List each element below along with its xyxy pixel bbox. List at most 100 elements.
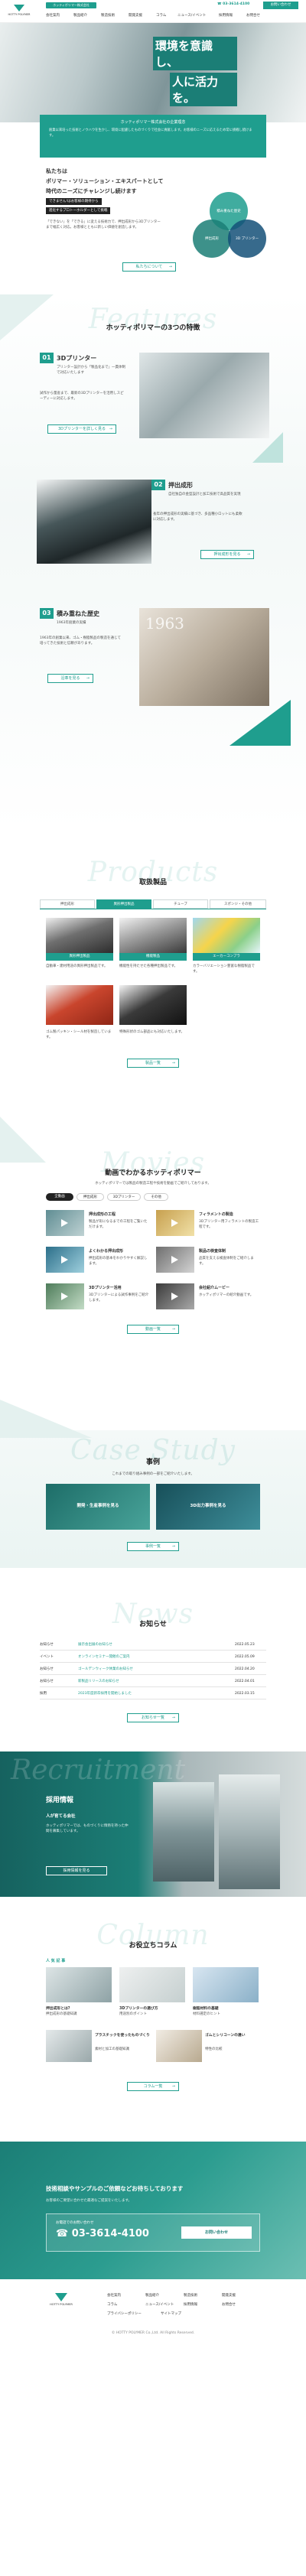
movie-chip[interactable]: 3Dプリンター	[107, 1193, 141, 1201]
feature-1-button[interactable]: 3Dプリンターを詳しく見る	[47, 424, 116, 434]
news-row[interactable]: お知らせ ゴールデンウィーク休業のお知らせ 2022.04.20	[40, 1664, 266, 1675]
footer-link[interactable]: プライバシーポリシー	[107, 2311, 142, 2316]
column-thumbnail	[46, 1967, 112, 2002]
news-row[interactable]: 採用 2023年度新卒採用を開始しました 2022.03.15	[40, 1689, 266, 1699]
product-card[interactable]: 機能製品 機能性を持たせた各種押出製品です。	[119, 918, 187, 979]
products-more-button[interactable]: 製品一覧	[127, 1059, 179, 1068]
product-card[interactable]: エーカーコンプラ カラーバリエーション豊富な樹脂製品です。	[193, 918, 260, 979]
footer-link[interactable]: コラム	[107, 2302, 117, 2307]
column-title: 押出成形とは?	[46, 2007, 70, 2011]
nav-item[interactable]: お問合せ	[246, 13, 260, 18]
column-card[interactable]: 3Dプリンターの選び方 用途別のポイント	[119, 1967, 185, 2021]
products-tab[interactable]: 異形押出製品	[96, 899, 151, 909]
recruit-button[interactable]: 採用情報を見る	[46, 1866, 107, 1875]
movie-text: 3Dプリンターによる試作事例をご紹介します。	[89, 1293, 149, 1303]
news-row[interactable]: お知らせ 新製品リリースのお知らせ 2022.04.01	[40, 1677, 266, 1687]
case-more-button[interactable]: 事例一覧	[127, 1542, 179, 1551]
column-more-button[interactable]: コラム一覧	[127, 2082, 179, 2091]
product-label: 機能製品	[119, 953, 187, 961]
global-nav: 会社案内 製品紹介 製造技術 開発支援 コラム ニュース/イベント 採用情報 お…	[46, 11, 298, 19]
product-card[interactable]: 特殊形状のゴム部品にも対応いたします。	[119, 985, 187, 1046]
product-photo	[193, 918, 260, 953]
movie-text: ホッティポリマーの紹介動画です。	[199, 1293, 254, 1297]
feature-3-photo-collage: 1963	[139, 608, 269, 706]
hero-catch: 環境を意識し、 人に活力を。	[153, 37, 237, 106]
footer-link[interactable]: 製品紹介	[145, 2293, 159, 2298]
movie-chip[interactable]: 押出成形	[76, 1193, 104, 1201]
footer-link[interactable]: 開発支援	[222, 2293, 236, 2298]
movie-title: 製品の検査体制	[199, 1249, 226, 1254]
movie-item[interactable]: 製品の検査体制 品質を支える検査体制をご紹介します。	[156, 1247, 260, 1277]
hero-catch-line1: 環境を意識し、	[153, 37, 237, 70]
cta-phone[interactable]: ☎ 03-3614-4100	[56, 2228, 149, 2239]
footer-link[interactable]: ニュース/イベント	[145, 2302, 174, 2307]
column-title: 樹脂材料の基礎	[193, 2007, 219, 2011]
movie-item[interactable]: 3Dプリンター活用 3Dプリンターによる試作事例をご紹介します。	[46, 1283, 150, 1314]
nav-item[interactable]: 製造技術	[101, 13, 115, 18]
product-photo	[46, 918, 113, 953]
movie-item[interactable]: フィラメントの製造 3Dプリンター用フィラメントの製造工程です。	[156, 1210, 260, 1241]
nav-item[interactable]: 採用情報	[219, 13, 233, 18]
feature-3-body: 1963年の創業以来、ゴム・樹脂製品の製造を通じて培ってきた技術と信頼があります…	[40, 636, 121, 646]
news-title: 2023年度新卒採用を開始しました	[78, 1692, 132, 1696]
cta-tel-label: お電話でのお問い合わせ	[56, 2221, 94, 2225]
column-card-wide[interactable]: ゴムとシリコーンの違い 特性の比較	[156, 2030, 260, 2068]
feature-1-photo	[139, 353, 269, 438]
column-section: Column お役立ちコラム 人 気 記 事 押出成形とは? 押出成形の基礎知識…	[0, 1920, 306, 2119]
case-card[interactable]: 開発・生産事例を見る	[46, 1484, 150, 1530]
hero-catch-line2: 人に活力を。	[170, 73, 237, 106]
feature-2-button[interactable]: 押出成形を見る	[200, 550, 254, 559]
cta-phone-number: 03-3614-4100	[71, 2228, 149, 2239]
column-card[interactable]: 樹脂材料の基礎 材料選定のヒント	[193, 1967, 259, 2021]
nav-item[interactable]: 会社案内	[46, 13, 60, 18]
logo[interactable]: HOTTY POLYMER	[6, 5, 32, 18]
news-row[interactable]: イベント オンラインセミナー開催のご案内 2022.05.09	[40, 1652, 266, 1663]
intro-badge-1: できません!はお客様の期待から	[46, 198, 102, 205]
products-tab[interactable]: 押出成形	[40, 899, 95, 909]
movie-item[interactable]: よくわかる押出成形 押出成形の基本をわかりやすく解説します。	[46, 1247, 150, 1277]
site-footer: HOTTY POLYMER 会社案内 製品紹介 製造技術 開発支援 コラム ニュ…	[0, 2279, 306, 2576]
footer-link[interactable]: 採用情報	[184, 2302, 197, 2307]
movie-text: 品質を支える検査体制をご紹介します。	[199, 1257, 254, 1266]
footer-link[interactable]: お問合せ	[222, 2302, 236, 2307]
feature-3-photo-label: 1963	[145, 614, 184, 633]
feature-1-title: 3Dプリンター	[57, 355, 97, 362]
footer-link[interactable]: サイトマップ	[161, 2311, 181, 2316]
footer-link[interactable]: 会社案内	[107, 2293, 121, 2298]
movies-more-button[interactable]: 動画一覧	[127, 1325, 179, 1334]
column-card[interactable]: 押出成形とは? 押出成形の基礎知識	[46, 1967, 112, 2021]
nav-item[interactable]: 製品紹介	[73, 13, 87, 18]
phone-number: 03-3614-4100	[223, 2, 250, 6]
news-more-button[interactable]: お知らせ一覧	[127, 1713, 179, 1722]
intro-more-button[interactable]: 私たちについて	[122, 262, 176, 272]
product-text: カラーバリエーション豊富な樹脂製品です。	[193, 964, 255, 974]
products-section: Products 取扱製品 押出成形 異形押出製品 チューブ スポンジ・その他 …	[0, 857, 306, 1086]
products-tab[interactable]: スポンジ・その他	[210, 899, 266, 909]
header-contact-button[interactable]: お問い合わせ	[263, 2, 298, 9]
movie-chip[interactable]: 全動画	[46, 1193, 73, 1201]
hero-sub-label: ホッティポリマー株式会社の企業理念	[120, 120, 186, 125]
product-card[interactable]: 異形押出製品 自動車・建材用途の異形押出製品です。	[46, 918, 113, 979]
products-tab[interactable]: チューブ	[153, 899, 208, 909]
nav-item[interactable]: ニュース/イベント	[177, 13, 206, 18]
column-card-wide[interactable]: プラスチックを使ったものづくり 素材と加工の基礎知識	[46, 2030, 150, 2068]
news-tag: お知らせ	[40, 1667, 54, 1671]
top-pill: ホッティポリマー株式会社	[46, 2, 96, 8]
footer-logo[interactable]: HOTTY POLYMER	[46, 2293, 76, 2310]
movie-chip[interactable]: その他	[144, 1193, 168, 1201]
case-card[interactable]: 3D出力事例を見る	[156, 1484, 260, 1530]
news-date: 2022.03.15	[235, 1692, 255, 1696]
footer-link[interactable]: 製造技術	[184, 2293, 197, 2298]
movie-item[interactable]: 会社紹介ムービー ホッティポリマーの紹介動画です。	[156, 1283, 260, 1314]
product-card[interactable]: ゴム製パッキン・シール材を製造しています。	[46, 985, 113, 1046]
nav-item[interactable]: 開発支援	[129, 13, 142, 18]
play-icon	[61, 1256, 68, 1264]
nav-item[interactable]: コラム	[156, 13, 166, 18]
products-heading: 取扱製品	[138, 879, 167, 886]
movie-item[interactable]: 押出成形の工程 製品が形になるまでの工程をご覧いただけます。	[46, 1210, 150, 1241]
news-row[interactable]: お知らせ 展示会出展のお知らせ 2022.05.23	[40, 1640, 266, 1651]
cta-contact-button[interactable]: お問い合わせ	[181, 2226, 252, 2239]
header-phone: ☎ 03-3614-4100	[217, 2, 260, 8]
cta-box: お電話でのお問い合わせ ☎ 03-3614-4100 お問い合わせ	[46, 2213, 260, 2252]
feature-3-button[interactable]: 沿革を見る	[47, 674, 93, 683]
